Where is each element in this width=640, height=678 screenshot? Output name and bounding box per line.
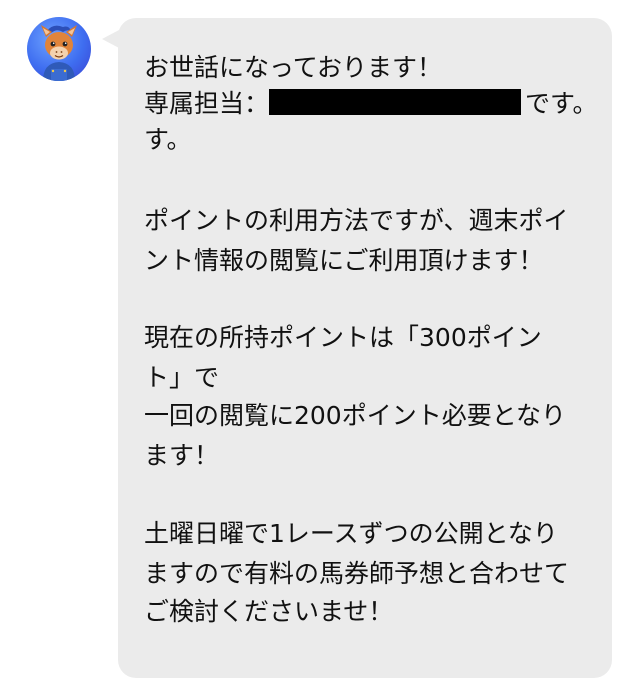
horse-mascot-icon bbox=[41, 25, 77, 81]
message-line: す。 bbox=[144, 125, 192, 154]
message-line: ますので有料の馬券師予想と合わせて bbox=[144, 559, 570, 588]
sender-avatar[interactable] bbox=[27, 17, 91, 81]
message-line: 専属担当： です。 bbox=[144, 88, 598, 120]
message-line-text: 専属担当： bbox=[144, 89, 270, 118]
message-line-text: です。 bbox=[525, 89, 598, 118]
message-line: ご検討くださいませ！ bbox=[144, 597, 394, 626]
message-line: 土曜日曜で1レースずつの公開となり bbox=[144, 519, 558, 548]
message-line: 現在の所持ポイントは「300ポイン bbox=[144, 323, 542, 352]
message-line: ト」で bbox=[144, 363, 220, 392]
message-line: 一回の閲覧に200ポイント必要となり bbox=[144, 401, 566, 430]
redacted-name-block bbox=[269, 89, 522, 115]
message-line: ント情報の閲覧にご利用頂けます！ bbox=[144, 246, 544, 275]
message-line: お世話になっております！ bbox=[144, 53, 443, 82]
message-line: ます！ bbox=[144, 441, 220, 470]
bubble-tail bbox=[102, 30, 119, 48]
message-line: ポイントの利用方法ですが、週末ポイ bbox=[144, 206, 569, 235]
